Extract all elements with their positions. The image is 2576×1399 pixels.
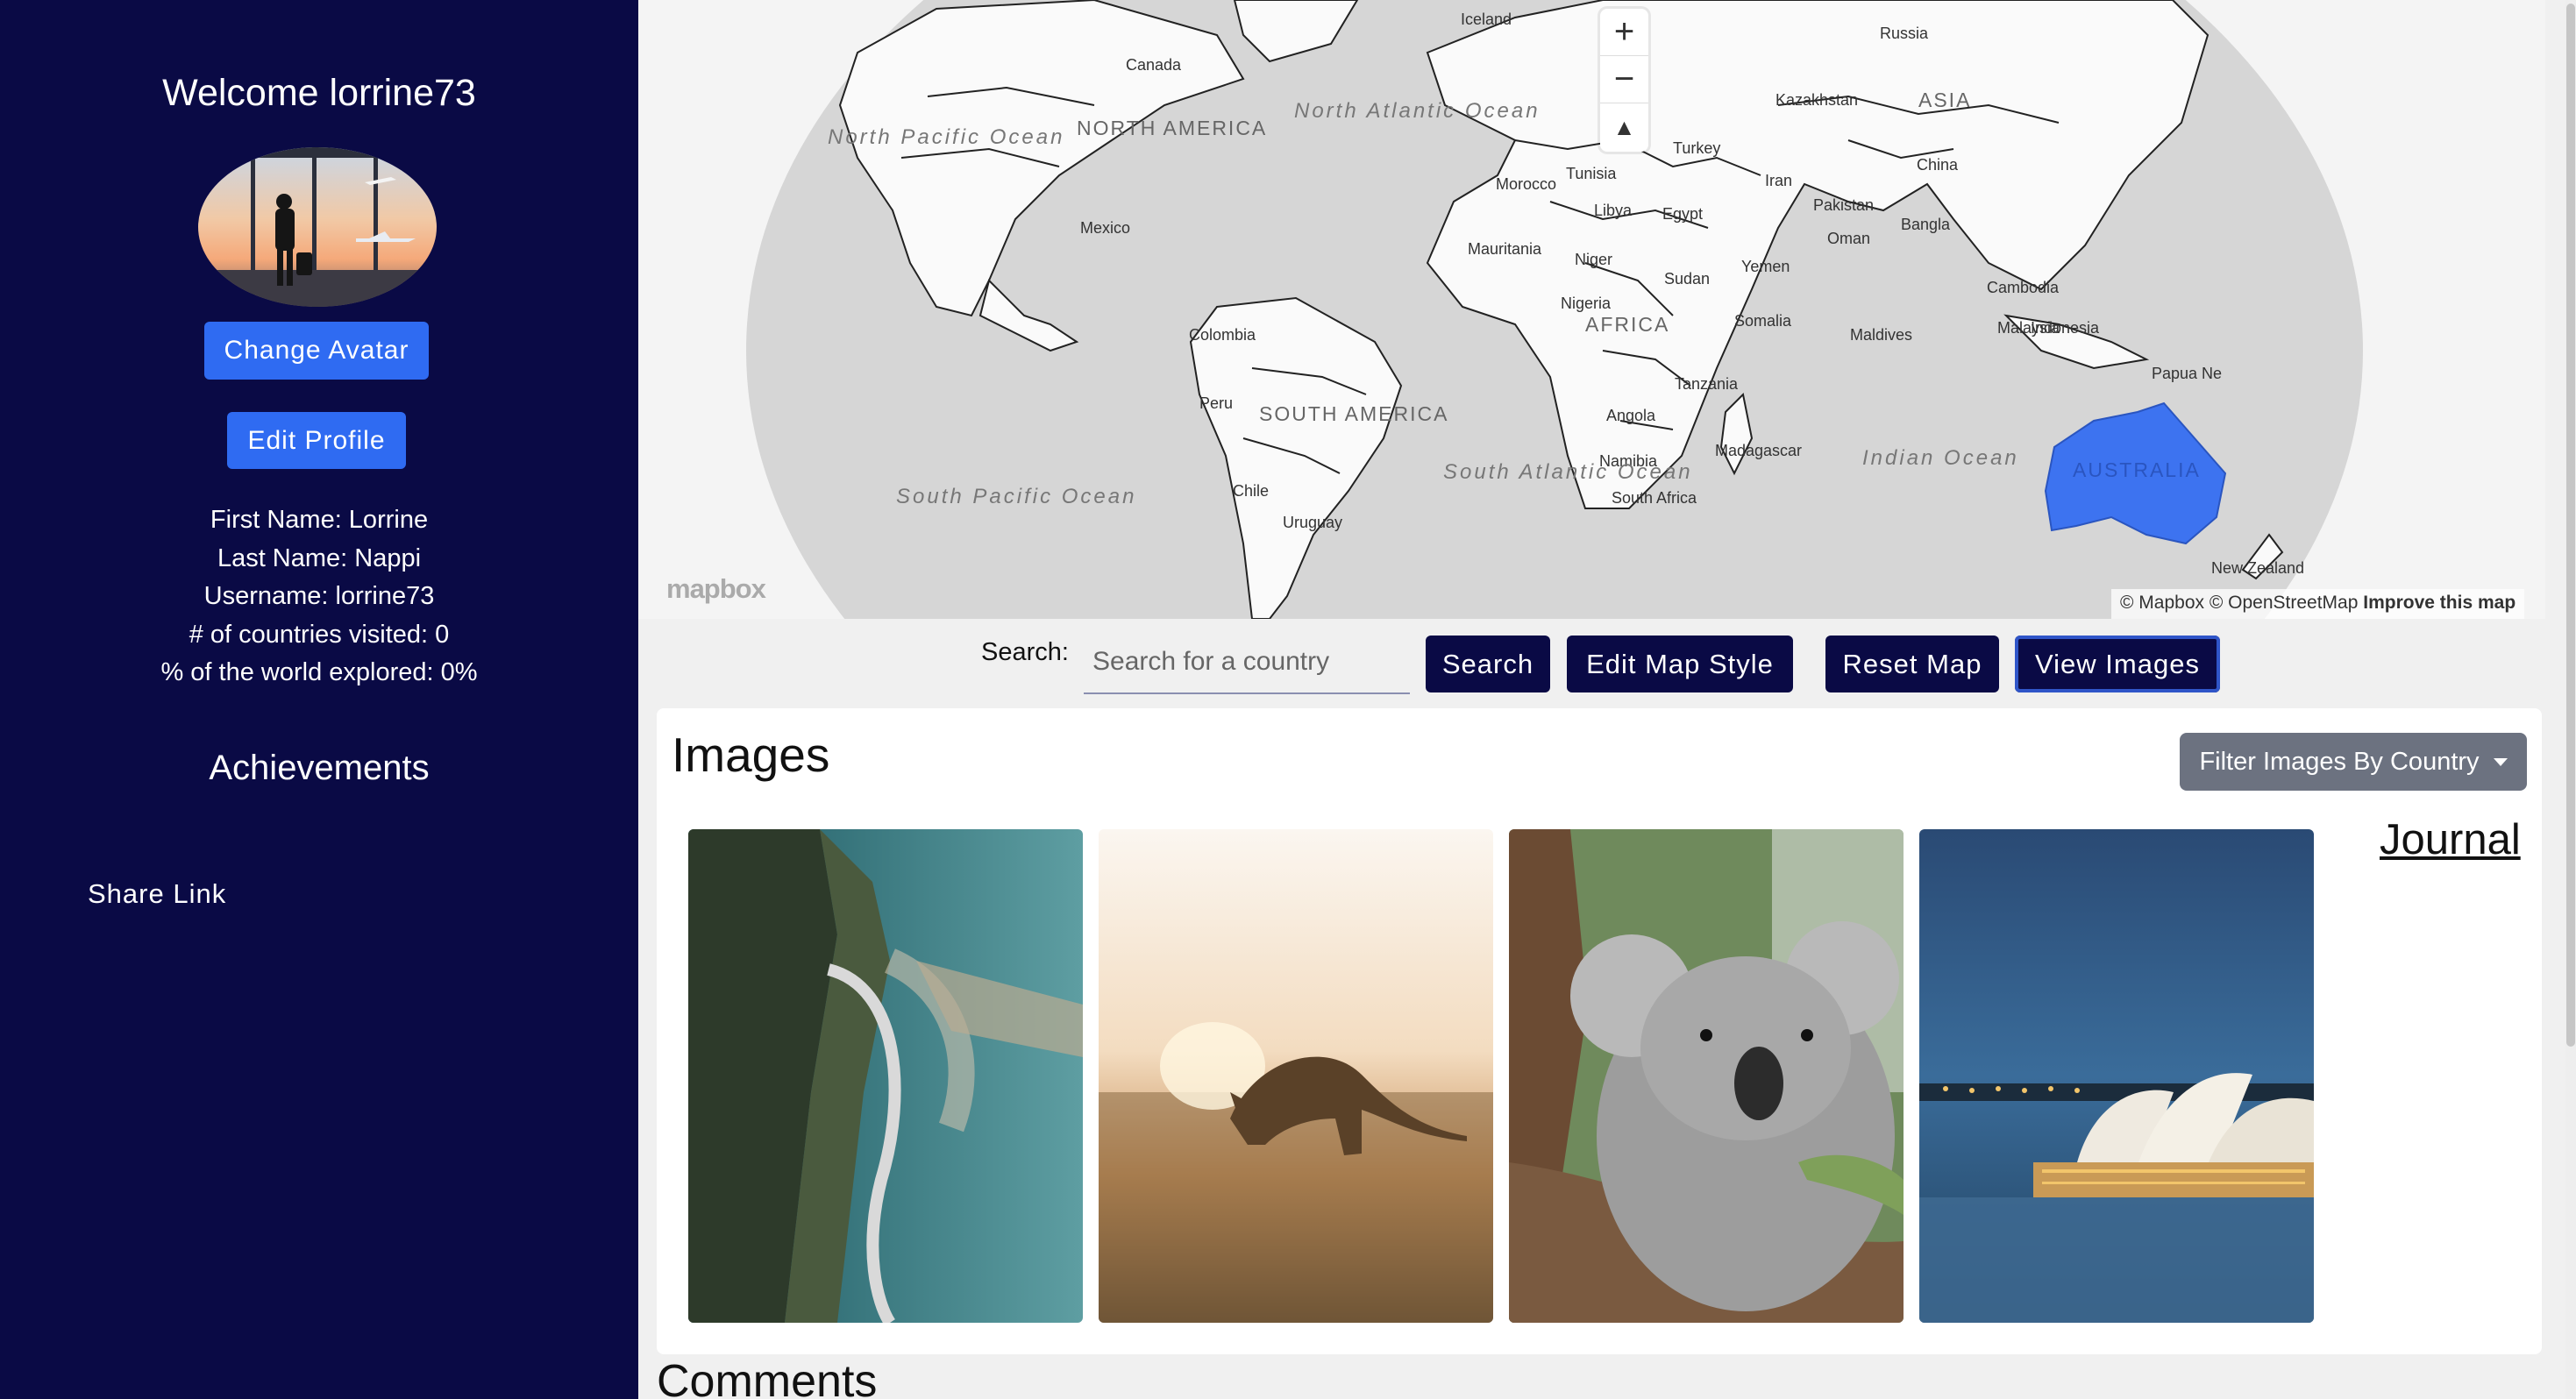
map-label-iran: Iran: [1765, 172, 1792, 189]
page: { "sidebar": { "welcome": "Welcome lorri…: [0, 0, 2576, 1399]
map-label-south-africa: South Africa: [1612, 489, 1697, 507]
edit-profile-button[interactable]: Edit Profile: [227, 412, 406, 469]
scrollbar-thumb[interactable]: [2566, 4, 2575, 1047]
map-label-libya: Libya: [1594, 202, 1633, 219]
map-label-morocco: Morocco: [1496, 175, 1556, 193]
map-label-south-atlantic: South Atlantic Ocean: [1443, 460, 1693, 484]
map-label-australia: AUSTRALIA: [2073, 458, 2201, 481]
map-label-malaysia: Malaysia: [1997, 319, 2060, 337]
map-label-bangladesh: Bangla: [1901, 216, 1951, 233]
view-images-button[interactable]: View Images: [2015, 636, 2220, 692]
map-label-kazakhstan: Kazakhstan: [1775, 91, 1858, 109]
chevron-down-icon: [2493, 757, 2508, 766]
map-attribution: © Mapbox © OpenStreetMap Improve this ma…: [2111, 589, 2525, 619]
map-label-somalia: Somalia: [1734, 312, 1792, 330]
map-label-new-zealand: New Zealand: [2211, 559, 2304, 577]
profile-info: First Name: Lorrine Last Name: Nappi Use…: [0, 501, 638, 692]
images-heading: Images: [672, 728, 830, 782]
images-panel: Images Filter Images By Country Journal: [657, 708, 2542, 1354]
map-label-tunisia: Tunisia: [1566, 165, 1617, 182]
last-name-text: Last Name: Nappi: [217, 543, 422, 572]
map-label-chile: Chile: [1233, 482, 1269, 500]
map-label-south-pacific: South Pacific Ocean: [896, 485, 1136, 508]
map-label-yemen: Yemen: [1741, 258, 1790, 275]
map-label-sudan: Sudan: [1664, 270, 1710, 288]
profile-sidebar: Welcome lorrine73 Change Avatar Edit Pro…: [0, 0, 638, 1399]
map-label-tanzania: Tanzania: [1675, 375, 1739, 393]
mapbox-logo[interactable]: mapbox: [666, 573, 766, 605]
image-thumbnail[interactable]: [1099, 829, 1493, 1323]
attribution-text[interactable]: © Mapbox © OpenStreetMap: [2120, 593, 2358, 613]
page-scrollbar[interactable]: [2565, 0, 2576, 1399]
filter-images-dropdown[interactable]: Filter Images By Country: [2180, 733, 2527, 791]
map-label-north-atlantic: North Atlantic Ocean: [1294, 99, 1541, 123]
map-label-china: China: [1917, 156, 1959, 174]
map-label-iceland: Iceland: [1461, 11, 1512, 28]
share-link[interactable]: Share Link: [88, 878, 226, 910]
avatar: [198, 147, 437, 307]
journal-link[interactable]: Journal: [2380, 815, 2521, 864]
first-name-text: First Name: Lorrine: [210, 506, 429, 534]
improve-map-link[interactable]: Improve this map: [2363, 593, 2516, 613]
map-label-niger: Niger: [1575, 251, 1612, 268]
country-search-input[interactable]: [1084, 631, 1410, 694]
reset-map-button[interactable]: Reset Map: [1825, 636, 1999, 692]
map-label-indian-ocean: Indian Ocean: [1862, 446, 2019, 470]
map-label-north-america: NORTH AMERICA: [1077, 117, 1267, 139]
map-label-colombia: Colombia: [1189, 326, 1256, 344]
map-label-south-america: SOUTH AMERICA: [1259, 402, 1448, 425]
filter-label: Filter Images By Country: [2199, 747, 2480, 776]
image-thumbnail[interactable]: [688, 829, 1083, 1323]
map-label-mexico: Mexico: [1080, 219, 1130, 237]
zoom-out-button[interactable]: −: [1600, 56, 1648, 103]
change-avatar-button[interactable]: Change Avatar: [204, 322, 429, 380]
map-label-uruguay: Uruguay: [1283, 514, 1342, 531]
map-label-egypt: Egypt: [1662, 205, 1703, 223]
map-zoom-controls: + − ▲: [1600, 9, 1648, 152]
zoom-in-button[interactable]: +: [1600, 9, 1648, 56]
welcome-heading: Welcome lorrine73: [162, 72, 476, 114]
map-label-papua: Papua Ne: [2152, 365, 2222, 382]
edit-map-style-button[interactable]: Edit Map Style: [1567, 636, 1793, 692]
world-map[interactable]: Canada Russia China Kazakhstan Iran Turk…: [638, 0, 2545, 619]
search-button[interactable]: Search: [1426, 636, 1550, 692]
map-label-mauritania: Mauritania: [1468, 240, 1542, 258]
achievements-heading: Achievements: [209, 749, 430, 787]
map-label-cambodia: Cambodia: [1987, 279, 2060, 296]
map-label-oman: Oman: [1827, 230, 1870, 247]
map-label-nigeria: Nigeria: [1561, 295, 1612, 312]
map-label-north-pacific: North Pacific Ocean: [828, 125, 1064, 149]
compass-icon[interactable]: ▲: [1600, 103, 1648, 151]
map-label-africa: AFRICA: [1585, 313, 1669, 336]
map-label-madagascar: Madagascar: [1715, 442, 1802, 459]
map-label-peru: Peru: [1199, 394, 1233, 412]
world-explored-text: % of the world explored: 0%: [160, 658, 478, 686]
search-label: Search:: [981, 638, 1069, 666]
map-label-turkey: Turkey: [1673, 139, 1720, 157]
map-label-asia: ASIA: [1918, 89, 1971, 111]
map-label-angola: Angola: [1606, 407, 1656, 424]
username-text: Username: lorrine73: [203, 582, 435, 610]
countries-visited-text: # of countries visited: 0: [189, 620, 450, 649]
image-thumbnail[interactable]: [1509, 829, 1904, 1323]
map-label-maldives: Maldives: [1850, 326, 1912, 344]
map-label-canada: Canada: [1126, 56, 1182, 74]
map-label-pakistan: Pakistan: [1813, 196, 1874, 214]
comments-heading: Comments: [657, 1356, 878, 1399]
map-label-russia: Russia: [1880, 25, 1929, 42]
image-thumbnail[interactable]: [1919, 829, 2314, 1323]
